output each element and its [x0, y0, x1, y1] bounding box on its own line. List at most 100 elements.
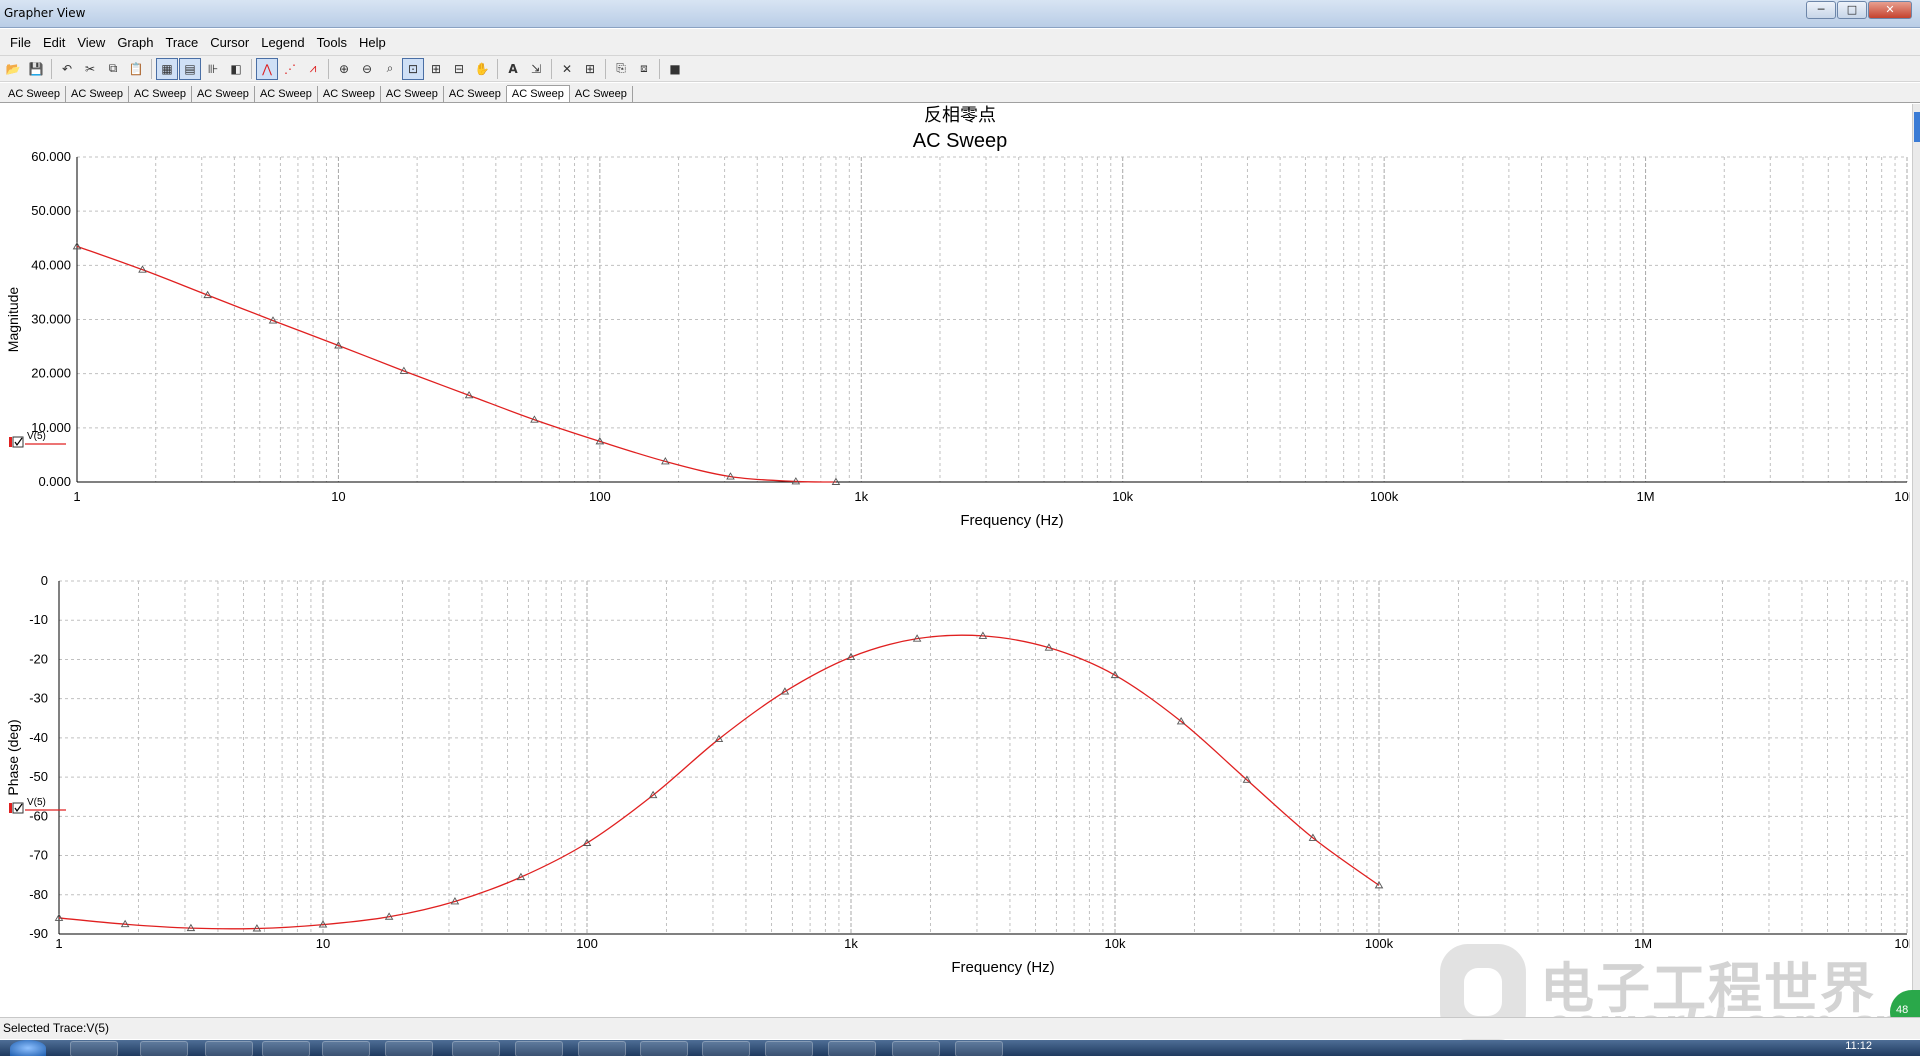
grid-icon[interactable]: ▦ — [156, 57, 178, 80]
y-tick-label: -70 — [29, 848, 48, 863]
copy-icon[interactable]: ⧉ — [102, 58, 124, 80]
toolbar-separator — [251, 58, 252, 79]
paste-icon[interactable]: 📋 — [125, 58, 147, 80]
taskbar-app[interactable] — [140, 1041, 188, 1056]
copy-graph-icon[interactable]: ⎘ — [610, 58, 632, 80]
vertical-scrollbar[interactable] — [1912, 104, 1920, 1020]
taskbar-clock[interactable]: 11:12 — [1845, 1040, 1872, 1052]
line-point-trace-icon[interactable]: ⩘ — [302, 58, 324, 80]
taskbar-app[interactable] — [322, 1041, 370, 1056]
status-bar: Selected Trace:V(5) — [0, 1017, 1920, 1039]
taskbar-app[interactable] — [70, 1041, 118, 1056]
taskbar-app[interactable] — [578, 1041, 626, 1056]
point-trace-icon[interactable]: ⋰ — [279, 58, 301, 80]
zoom-x-icon[interactable]: ⊞ — [425, 58, 447, 80]
toolbar-separator — [497, 58, 498, 79]
y-axis-label: Phase (deg) — [5, 719, 21, 795]
paste-graph-icon[interactable]: ⧈ — [633, 58, 655, 80]
magnitude-chart[interactable]: 1 10 100 1k 10k 100k 1M 10M 60.000 50.000 40.000 30… — [5, 149, 1910, 529]
tab-ac-sweep-selected[interactable]: AC Sweep — [506, 85, 570, 102]
tab-strip: AC Sweep AC Sweep AC Sweep AC Sweep AC S… — [0, 83, 1920, 103]
legend-marker — [9, 437, 12, 447]
text-label-icon[interactable]: A — [502, 58, 524, 80]
save-icon[interactable]: 💾 — [25, 58, 47, 80]
zoom-full-icon[interactable]: ⊡ — [402, 57, 424, 80]
menu-view[interactable]: View — [71, 35, 111, 50]
y-tick-label: 0 — [41, 573, 48, 588]
zoom-y-icon[interactable]: ⊟ — [448, 58, 470, 80]
x-tick-label: 10 — [316, 936, 330, 951]
title-bar[interactable]: Grapher View ─ □ ✕ — [0, 0, 1920, 28]
taskbar-app[interactable] — [385, 1041, 433, 1056]
undo-icon[interactable]: ↶ — [56, 58, 78, 80]
x-tick-label: 10M — [1894, 489, 1910, 504]
add-trace-icon[interactable]: ⊞ — [579, 58, 601, 80]
y-tick-label: 20.000 — [31, 366, 71, 381]
minimize-button[interactable]: ─ — [1806, 1, 1836, 19]
overlay-traces-icon[interactable]: ✕ — [556, 58, 578, 80]
tab-ac-sweep[interactable]: AC Sweep — [254, 86, 318, 102]
x-tick-label: 10 — [331, 489, 345, 504]
line-trace-icon[interactable]: ⋀ — [256, 57, 278, 80]
taskbar-app[interactable] — [640, 1041, 688, 1056]
menu-graph[interactable]: Graph — [111, 35, 159, 50]
tab-ac-sweep[interactable]: AC Sweep — [191, 86, 255, 102]
y-tick-label: -80 — [29, 887, 48, 902]
tab-ac-sweep[interactable]: AC Sweep — [380, 86, 444, 102]
menu-edit[interactable]: Edit — [37, 35, 71, 50]
cut-icon[interactable]: ✂ — [79, 58, 101, 80]
x-tick-label: 10k — [1112, 489, 1133, 504]
scrollbar-thumb[interactable] — [1914, 112, 1920, 142]
graph-area: 反相零点 AC Sweep 1101001k10k100k1M10M60.000… — [0, 104, 1920, 1020]
x-tick-label: 1 — [55, 936, 62, 951]
black-background-icon[interactable]: ◧ — [225, 58, 247, 80]
maximize-button[interactable]: □ — [1837, 1, 1867, 19]
menu-bar: File Edit View Graph Trace Cursor Legend… — [0, 29, 1920, 56]
x-tick-label: 10M — [1894, 936, 1910, 951]
tab-ac-sweep[interactable]: AC Sweep — [443, 86, 507, 102]
start-button[interactable] — [10, 1040, 46, 1056]
legend-icon[interactable]: ▤ — [179, 57, 201, 80]
legend-marker — [9, 803, 12, 813]
y-axis-label: Magnitude — [5, 287, 21, 353]
x-tick-label: 1 — [73, 489, 80, 504]
y-tick-label: -40 — [29, 730, 48, 745]
page-title: 反相零点 — [924, 105, 996, 126]
menu-cursor[interactable]: Cursor — [204, 35, 255, 50]
y-tick-label: 60.000 — [31, 149, 71, 164]
taskbar-app[interactable] — [892, 1041, 940, 1056]
close-button[interactable]: ✕ — [1868, 1, 1912, 19]
stop-icon[interactable]: ■ — [664, 58, 686, 80]
open-icon[interactable]: 📂 — [2, 58, 24, 80]
tab-ac-sweep[interactable]: AC Sweep — [317, 86, 381, 102]
menu-file[interactable]: File — [4, 35, 37, 50]
tab-ac-sweep[interactable]: AC Sweep — [569, 86, 633, 102]
taskbar-app[interactable] — [515, 1041, 563, 1056]
menu-legend[interactable]: Legend — [255, 35, 310, 50]
zoom-in-icon[interactable]: ⊕ — [333, 58, 355, 80]
pan-hand-icon[interactable]: ✋ — [471, 58, 493, 80]
taskbar-app[interactable] — [765, 1041, 813, 1056]
tab-ac-sweep[interactable]: AC Sweep — [128, 86, 192, 102]
menu-tools[interactable]: Tools — [311, 35, 353, 50]
legend-label: V(5) — [27, 431, 46, 442]
tab-ac-sweep[interactable]: AC Sweep — [65, 86, 129, 102]
taskbar-app[interactable] — [955, 1041, 1003, 1056]
taskbar-app[interactable] — [452, 1041, 500, 1056]
menu-trace[interactable]: Trace — [159, 35, 204, 50]
taskbar-app[interactable] — [828, 1041, 876, 1056]
taskbar-app[interactable] — [262, 1041, 310, 1056]
toolbar-separator — [551, 58, 552, 79]
x-tick-label: 100k — [1370, 489, 1399, 504]
taskbar-app[interactable] — [702, 1041, 750, 1056]
cursors-icon[interactable]: ⊪ — [202, 58, 224, 80]
series-line — [76, 245, 836, 483]
tab-ac-sweep[interactable]: AC Sweep — [3, 86, 66, 102]
taskbar-app[interactable] — [205, 1041, 253, 1056]
export-icon[interactable]: ⇲ — [525, 58, 547, 80]
phase-chart[interactable]: 1101001k10k100k1M10M0-10-20-30-40-50-60-… — [5, 573, 1910, 976]
zoom-area-icon[interactable]: ⌕ — [379, 58, 401, 80]
zoom-out-icon[interactable]: ⊖ — [356, 58, 378, 80]
graph-canvas[interactable]: 反相零点 AC Sweep 1101001k10k100k1M10M60.000… — [0, 104, 1910, 1020]
menu-help[interactable]: Help — [353, 35, 392, 50]
